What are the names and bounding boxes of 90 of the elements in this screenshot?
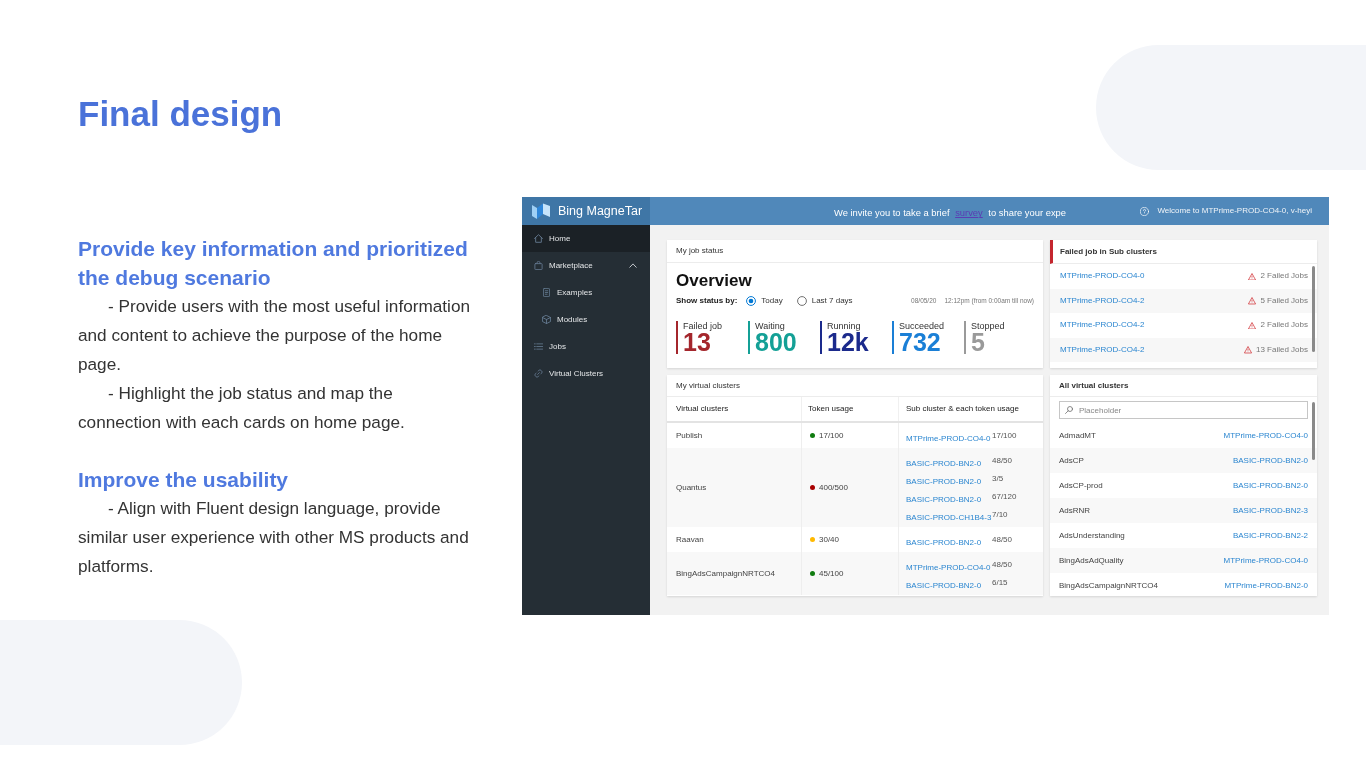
stat-value: 800: [755, 331, 797, 354]
logo-icon[interactable]: [532, 203, 550, 219]
stat-value: 5: [971, 331, 985, 354]
cluster-name: AdsUnderstanding: [1059, 529, 1125, 542]
brand-name: Bing MagneTar: [558, 202, 643, 220]
search-field[interactable]: Placeholder: [1059, 401, 1308, 419]
card-title: All virtual clusters: [1050, 375, 1317, 397]
cluster-link[interactable]: BASIC-PROD-BN2-0: [1232, 454, 1308, 467]
token-usage: 7/10: [992, 508, 1008, 521]
stat-label: Stopped: [971, 321, 1005, 331]
failed-count: 2 Failed Jobs: [1260, 270, 1308, 283]
cluster-link[interactable]: BASIC-PROD-BN2-0: [906, 580, 982, 590]
table-cell: BingAdsCampaignNRTCO4: [667, 552, 802, 595]
token-usage: 400/500: [819, 481, 848, 494]
stat-value: 732: [899, 331, 941, 354]
column-header: Sub cluster & each token usage: [905, 403, 1020, 415]
card-title: My job status: [667, 240, 1043, 263]
warning-icon: [1243, 346, 1252, 354]
token-usage: 17/100: [819, 429, 844, 442]
document-icon: [542, 288, 551, 297]
failed-count: 2 Failed Jobs: [1260, 319, 1308, 332]
filter-label: Show status by:: [676, 295, 738, 307]
home-icon: [534, 234, 543, 243]
bag-icon: [534, 261, 543, 270]
cluster-name: AdsCP: [1059, 454, 1084, 467]
cluster-link[interactable]: MTPrime-PROD-CO4-0: [906, 562, 991, 572]
cluster-link[interactable]: MTPrime-PROD-BN2-0: [1224, 579, 1308, 592]
welcome-text: Welcome to MTPrime-PROD-CO4-0, v-heyi: [1157, 205, 1312, 217]
chevron-up-icon[interactable]: [629, 263, 637, 268]
token-usage: 48/50: [992, 558, 1013, 571]
link-icon: [534, 369, 543, 378]
warning-icon: [1248, 272, 1257, 280]
stat-value: 13: [683, 331, 711, 354]
list-icon: [534, 342, 543, 351]
cluster-link[interactable]: MTPrime-PROD-CO4-2: [1060, 343, 1145, 356]
token-usage: 6/15: [992, 576, 1008, 589]
cluster-link[interactable]: BASIC-PROD-BN2-0: [906, 537, 982, 547]
failed-count: 5 Failed Jobs: [1260, 294, 1308, 307]
scrollbar[interactable]: [1312, 402, 1315, 460]
token-usage: 67/120: [992, 490, 1017, 503]
body-text: - Provide users with the most useful information and content to achieve the purpose of the home page.: [78, 295, 472, 376]
column-header: Virtual clusters: [667, 397, 802, 421]
banner-text: We invite you to take a brief survey to share your expe: [834, 206, 1066, 221]
token-usage: 45/100: [819, 567, 844, 580]
radio-option[interactable]: Last 7 days: [796, 295, 853, 307]
card-title: My virtual clusters: [667, 375, 1043, 397]
slide-title: Final design: [78, 93, 283, 135]
stat-value: 12k: [827, 331, 869, 354]
cluster-link[interactable]: MTPrime-PROD-CO4-0: [1223, 554, 1308, 567]
stat-label: Failed job: [683, 321, 723, 331]
token-usage: 48/50: [992, 533, 1013, 546]
cluster-name: BingAdsCampaignNRTCO4: [1059, 579, 1158, 592]
cube-icon: [542, 315, 551, 324]
stat-label: Succeeded: [899, 321, 945, 331]
scrollbar[interactable]: [1312, 266, 1315, 352]
token-usage: 3/5: [992, 472, 1004, 485]
overview-heading: Overview: [676, 271, 752, 291]
cluster-link[interactable]: BASIC-PROD-BN2-0: [906, 476, 982, 486]
warning-icon: [1248, 297, 1257, 305]
stat-label: Running: [827, 321, 861, 331]
cluster-link[interactable]: BASIC-PROD-CH1B4-3: [906, 512, 992, 522]
radio-option[interactable]: Today: [746, 295, 783, 307]
section-heading: Improve the usability: [78, 467, 290, 493]
body-text: - Highlight the job status and map the connection with each cards on home page.: [78, 382, 406, 434]
stat-label: Waiting: [755, 321, 785, 331]
cluster-link[interactable]: BASIC-PROD-BN2-0: [906, 458, 982, 468]
cluster-name: AdsCP-prod: [1059, 479, 1103, 492]
section-heading: Provide key information and prioritized the debug scenario: [78, 236, 469, 291]
cluster-link[interactable]: BASIC-PROD-BN2-0: [1232, 479, 1308, 492]
cluster-name: AdsRNR: [1059, 504, 1091, 517]
token-usage: 17/100: [992, 429, 1017, 442]
help-icon[interactable]: [1140, 206, 1150, 216]
search-icon: [1065, 406, 1073, 414]
cluster-link[interactable]: MTPrime-PROD-CO4-0: [906, 433, 991, 443]
cluster-name: AdmadMT: [1059, 429, 1096, 442]
warning-icon: [1248, 321, 1257, 329]
body-text: - Align with Fluent design language, provide similar user experience with other MS products and platforms.: [78, 497, 470, 578]
cluster-link[interactable]: BASIC-PROD-BN2-0: [906, 494, 982, 504]
cluster-link[interactable]: BASIC-PROD-BN2-3: [1232, 504, 1308, 517]
column-header: Token usage: [802, 397, 899, 421]
token-usage: 30/40: [819, 533, 840, 546]
cluster-link[interactable]: MTPrime-PROD-CO4-2: [1060, 294, 1145, 307]
cluster-link[interactable]: MTPrime-PROD-CO4-0: [1223, 429, 1308, 442]
nav-item[interactable]: Home: [522, 225, 650, 252]
token-usage: 48/50: [992, 454, 1013, 467]
cluster-link[interactable]: BASIC-PROD-BN2-2: [1232, 529, 1308, 542]
failed-count: 13 Failed Jobs: [1255, 343, 1308, 356]
cluster-link[interactable]: MTPrime-PROD-CO4-0: [1060, 270, 1145, 283]
cluster-name: BingAdsAdQuality: [1059, 554, 1124, 567]
cluster-link[interactable]: MTPrime-PROD-CO4-2: [1060, 319, 1145, 332]
